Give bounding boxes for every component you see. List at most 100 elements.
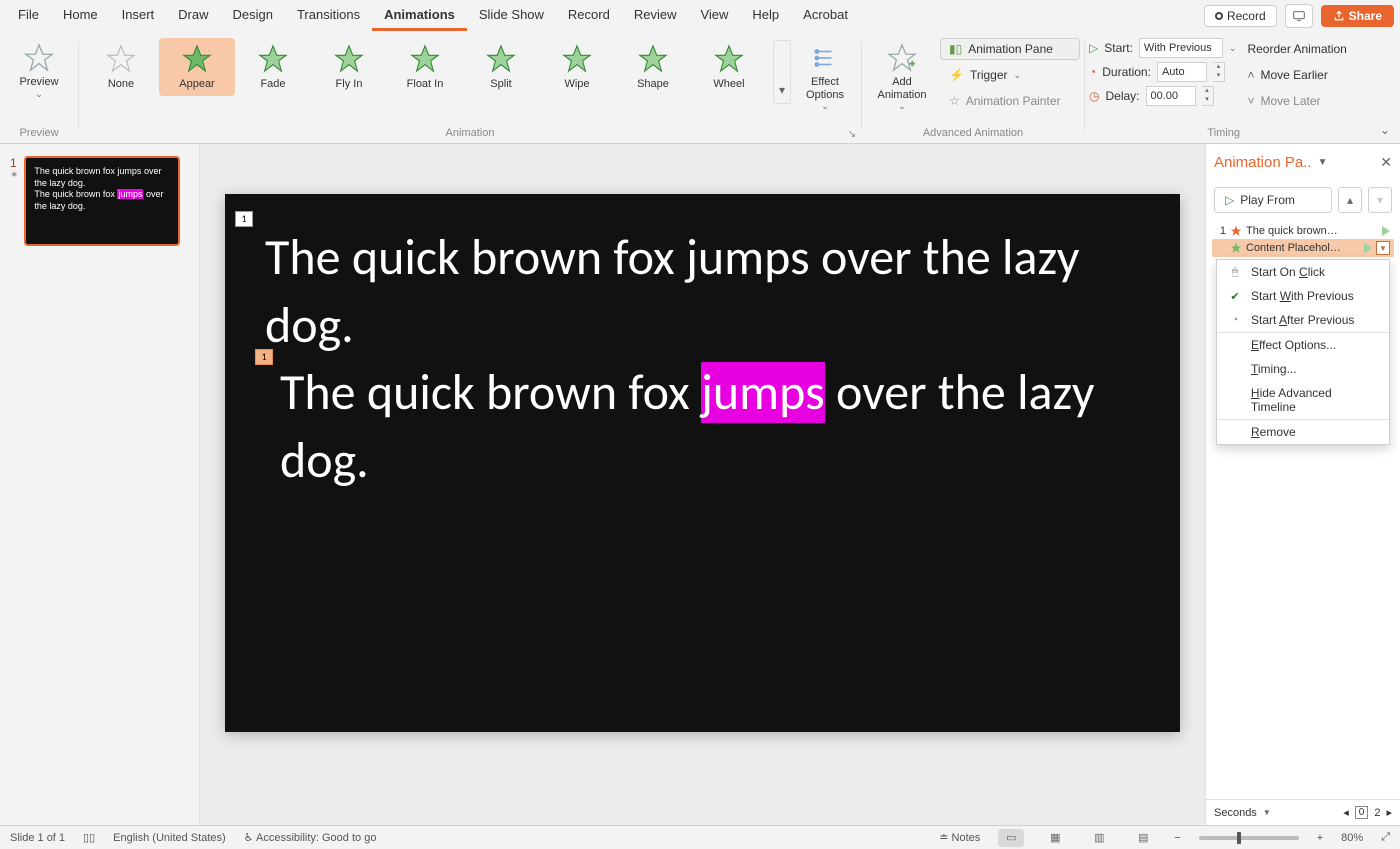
tab-review[interactable]: Review — [622, 1, 689, 31]
slide-editor[interactable]: 1 The quick brown fox jumps over the laz… — [200, 144, 1205, 825]
present-button[interactable] — [1285, 4, 1313, 28]
animation-pane-button[interactable]: ▮▯ Animation Pane — [940, 38, 1080, 60]
slide-thumbnail-1[interactable]: 1 ✶ The quick brown fox jumps over the l… — [10, 156, 189, 246]
item-dropdown-button[interactable]: ▼ — [1376, 241, 1390, 255]
ctx-effect-options[interactable]: Effect Options... — [1217, 333, 1389, 357]
tab-animations[interactable]: Animations — [372, 1, 467, 31]
add-animation-icon — [886, 42, 918, 74]
anim-wheel[interactable]: Wheel — [691, 38, 767, 96]
animation-tag-2[interactable]: 1 — [255, 349, 273, 365]
ctx-start-on-click[interactable]: 🖱 Start On Click — [1217, 260, 1389, 284]
anim-shape[interactable]: Shape — [615, 38, 691, 96]
ctx-remove[interactable]: Remove — [1217, 420, 1389, 444]
trigger-button[interactable]: ⚡ Trigger ⌄ — [940, 64, 1080, 86]
animation-tag-1[interactable]: 1 — [235, 211, 253, 227]
tab-draw[interactable]: Draw — [166, 1, 220, 31]
tab-insert[interactable]: Insert — [110, 1, 167, 31]
star-icon — [258, 44, 288, 74]
ctx-start-with-previous[interactable]: ✔ Start With Previous — [1217, 284, 1389, 308]
dialog-launcher-animation[interactable]: ↘ — [845, 127, 859, 141]
ctx-hide-timeline[interactable]: Hide Advanced Timeline — [1217, 381, 1389, 420]
pane-icon: ▮▯ — [949, 42, 962, 56]
chevron-down-icon[interactable]: ⌄ — [1229, 43, 1237, 54]
group-label-preview: Preview — [4, 125, 74, 143]
effect-options-button[interactable]: Effect Options ⌄ — [793, 38, 857, 116]
start-label: Start: — [1104, 41, 1133, 55]
anim-fly-in[interactable]: Fly In — [311, 38, 387, 96]
status-book-icon[interactable]: ▯▯ — [83, 831, 95, 844]
delay-spinner[interactable]: ▴▾ — [1202, 86, 1214, 106]
ribbon-group-timing: ▷ Start: With Previous ⌄ ◔ Duration: Aut… — [1085, 38, 1362, 143]
clock-icon: ◔ — [1089, 65, 1096, 79]
duration-value: Auto — [1162, 66, 1185, 78]
move-up-button[interactable]: ▴ — [1338, 187, 1362, 213]
status-slide-count: Slide 1 of 1 — [10, 832, 65, 844]
close-pane-button[interactable]: ✕ — [1380, 154, 1392, 171]
add-animation-button[interactable]: Add Animation ⌄ — [866, 38, 938, 116]
tab-home[interactable]: Home — [51, 1, 110, 31]
seconds-label[interactable]: Seconds — [1214, 807, 1257, 819]
notes-button[interactable]: ≐ Notes — [939, 831, 980, 844]
gallery-more-button[interactable]: ▾ — [773, 40, 791, 104]
tab-view[interactable]: View — [688, 1, 740, 31]
reorder-label: Reorder Animation — [1238, 38, 1358, 60]
record-button[interactable]: Record — [1204, 5, 1277, 27]
chevron-down-icon[interactable]: ▼ — [1318, 157, 1328, 168]
move-earlier-button[interactable]: ˄Move Earlier — [1238, 64, 1358, 86]
tab-file[interactable]: File — [6, 1, 51, 31]
timeline-bar — [1382, 226, 1390, 236]
status-accessibility[interactable]: ♿︎ Accessibility: Good to go — [244, 831, 377, 844]
animation-item-1[interactable]: 1 The quick brown… — [1212, 223, 1394, 239]
fit-to-window-button[interactable]: ⤢ — [1381, 831, 1390, 844]
duration-spinner[interactable]: ▴▾ — [1213, 62, 1225, 82]
thumb-line2: The quick brown fox jumps over the lazy … — [34, 189, 170, 212]
anim-split[interactable]: Split — [463, 38, 539, 96]
view-sorter-button[interactable]: ▦ — [1042, 829, 1068, 847]
start-row: ▷ Start: With Previous ⌄ — [1089, 38, 1236, 58]
anim-label: Wheel — [713, 78, 744, 90]
anim-none[interactable]: None — [83, 38, 159, 96]
move-down-button[interactable]: ▾ — [1368, 187, 1392, 213]
star-icon — [106, 44, 136, 74]
zoom-out-button[interactable]: − — [1174, 832, 1180, 844]
start-select[interactable]: With Previous — [1139, 38, 1223, 58]
zoom-slider-thumb[interactable] — [1237, 832, 1241, 844]
chevron-down-icon[interactable]: ▼ — [1263, 808, 1271, 817]
zoom-slider[interactable] — [1199, 836, 1299, 840]
anim-float-in[interactable]: Float In — [387, 38, 463, 96]
tab-acrobat[interactable]: Acrobat — [791, 1, 860, 31]
item-name: The quick brown… — [1246, 225, 1378, 237]
tab-help[interactable]: Help — [740, 1, 791, 31]
preview-button[interactable]: Preview ⌄ — [4, 38, 74, 104]
anim-wipe[interactable]: Wipe — [539, 38, 615, 96]
duration-input[interactable]: Auto — [1157, 62, 1207, 82]
tab-transitions[interactable]: Transitions — [285, 1, 372, 31]
timeline-scroll-right[interactable]: ▸ — [1386, 806, 1392, 819]
anim-fade[interactable]: Fade — [235, 38, 311, 96]
share-button[interactable]: Share — [1321, 5, 1394, 27]
tab-design[interactable]: Design — [221, 1, 285, 31]
timeline-scroll-left[interactable]: ◂ — [1343, 806, 1349, 819]
animation-painter-button[interactable]: ☆ Animation Painter — [940, 90, 1080, 112]
view-slideshow-button[interactable]: ▤ — [1130, 829, 1156, 847]
present-icon — [1292, 9, 1306, 23]
play-from-button[interactable]: ▷ Play From — [1214, 187, 1332, 213]
ctx-timing[interactable]: Timing... — [1217, 357, 1389, 381]
zoom-in-button[interactable]: + — [1317, 832, 1323, 844]
ctx-start-after-previous[interactable]: ◔ Start After Previous — [1217, 308, 1389, 333]
animation-item-2[interactable]: Content Placehol… ▼ — [1212, 239, 1394, 257]
chevron-down-icon: ⌄ — [898, 101, 906, 112]
tab-slideshow[interactable]: Slide Show — [467, 1, 556, 31]
slide-canvas[interactable]: 1 The quick brown fox jumps over the laz… — [225, 194, 1180, 732]
view-normal-button[interactable]: ▭ — [998, 829, 1024, 847]
tab-record[interactable]: Record — [556, 1, 622, 31]
ribbon-collapse-button[interactable]: ⌄ — [1370, 117, 1400, 143]
status-bar: Slide 1 of 1 ▯▯ English (United States) … — [0, 825, 1400, 849]
anim-appear[interactable]: Appear — [159, 38, 235, 96]
status-language[interactable]: English (United States) — [113, 832, 226, 844]
zoom-level[interactable]: 80% — [1341, 832, 1363, 844]
delay-input[interactable]: 00.00 — [1146, 86, 1196, 106]
animation-pane-title: Animation Pa.. — [1214, 154, 1312, 171]
view-reading-button[interactable]: ▥ — [1086, 829, 1112, 847]
move-later-button[interactable]: ˅Move Later — [1238, 90, 1358, 112]
